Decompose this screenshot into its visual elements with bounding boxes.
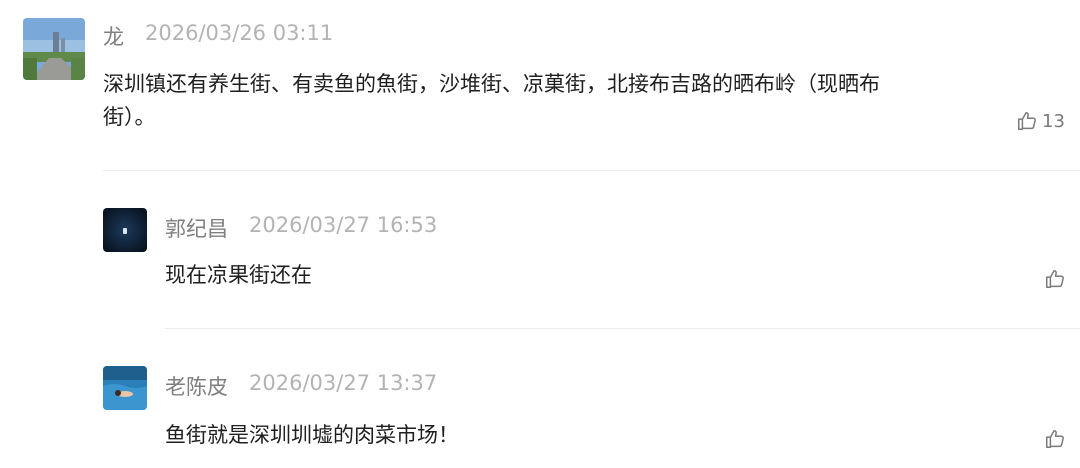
comment-author[interactable]: 龙 [103, 21, 124, 51]
avatar[interactable] [23, 18, 85, 80]
swimming-pool-avatar [103, 366, 147, 410]
like-button[interactable]: 13 [1016, 110, 1065, 132]
like-count: 13 [1042, 110, 1065, 132]
comment-text: 鱼街就是深圳圳墟的肉菜市场！ [165, 423, 459, 447]
avatar[interactable] [103, 208, 147, 252]
comment-author[interactable]: 郭纪昌 [165, 213, 228, 243]
like-button[interactable] [1044, 428, 1070, 450]
divider [103, 170, 1080, 171]
avatar[interactable] [103, 366, 147, 410]
comment-timestamp: 2026/03/27 16:53 [249, 213, 438, 237]
like-button[interactable] [1044, 268, 1070, 290]
thumbs-up-icon [1046, 270, 1064, 288]
thumbs-up-icon [1018, 112, 1036, 130]
comment-author[interactable]: 老陈皮 [165, 371, 228, 401]
divider [165, 328, 1080, 329]
comment-text: 现在凉果街还在 [165, 263, 312, 287]
comment-text: 深圳镇还有养生街、有卖鱼的魚街，沙堆街、凉菓街，北接布吉路的晒布岭（现晒布街）。 [103, 72, 880, 129]
comment-timestamp: 2026/03/27 13:37 [249, 371, 438, 395]
dark-blue-avatar [103, 208, 147, 252]
road-photo-avatar [23, 18, 85, 80]
comment-timestamp: 2026/03/26 03:11 [145, 21, 334, 45]
thumbs-up-icon [1046, 430, 1064, 448]
